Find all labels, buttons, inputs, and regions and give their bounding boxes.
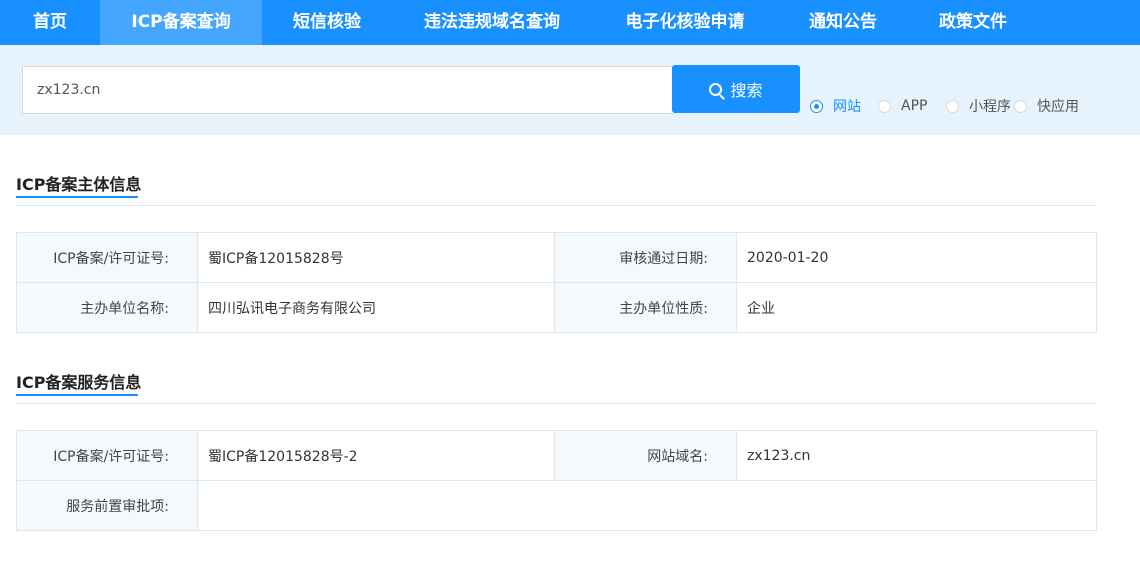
pre-approval-items-label: 服务前置审批项:: [16, 480, 198, 531]
subject-info-table: ICP备案/许可证号: 蜀ICP备12015828号 审核通过日期: 2020-…: [16, 232, 1097, 333]
radio-type-website[interactable]: 网站: [810, 97, 861, 115]
approval-date-label: 审核通过日期:: [554, 232, 737, 283]
radio-unchecked-icon: [1014, 99, 1027, 113]
search-button[interactable]: 搜索: [672, 65, 800, 113]
radio-type-quick-app[interactable]: 快应用: [1014, 97, 1079, 115]
nav-item-sms-verify[interactable]: 短信核验: [262, 0, 392, 45]
service-license-number-label: ICP备案/许可证号:: [16, 430, 198, 481]
approval-date-value: 2020-01-20: [736, 232, 1097, 283]
radio-unchecked-icon: [946, 99, 959, 113]
nav-item-icp-query[interactable]: ICP备案查询: [100, 0, 262, 45]
pre-approval-items-value: [197, 480, 1097, 531]
organizer-type-value: 企业: [736, 282, 1097, 333]
search-input[interactable]: [22, 66, 674, 114]
service-info-title: ICP备案服务信息: [16, 373, 142, 392]
radio-label: 小程序: [969, 99, 1011, 115]
nav-item-e-verify-apply[interactable]: 电子化核验申请: [592, 0, 778, 45]
license-number-label: ICP备案/许可证号:: [16, 232, 198, 283]
nav-item-illegal-domain-query[interactable]: 违法违规域名查询: [392, 0, 592, 45]
service-license-number-value: 蜀ICP备12015828号-2: [197, 430, 555, 481]
nav-item-notices[interactable]: 通知公告: [778, 0, 908, 45]
website-domain-label: 网站域名:: [554, 430, 737, 481]
table-row: ICP备案/许可证号: 蜀ICP备12015828号-2 网站域名: zx123…: [16, 430, 1097, 481]
website-domain-value: zx123.cn: [736, 430, 1097, 481]
subject-info-title-underline: [16, 196, 138, 198]
radio-unchecked-icon: [878, 99, 891, 113]
organizer-name-value: 四川弘讯电子商务有限公司: [197, 282, 555, 333]
table-row: 主办单位名称: 四川弘讯电子商务有限公司 主办单位性质: 企业: [16, 282, 1097, 333]
radio-label: 网站: [833, 99, 861, 115]
radio-label: APP: [901, 98, 928, 114]
subject-info-title: ICP备案主体信息: [16, 175, 142, 194]
organizer-type-label: 主办单位性质:: [554, 282, 737, 333]
radio-label: 快应用: [1037, 99, 1079, 115]
search-icon: [709, 82, 723, 96]
license-number-value: 蜀ICP备12015828号: [197, 232, 555, 283]
nav-item-policies[interactable]: 政策文件: [908, 0, 1038, 45]
radio-checked-icon: [810, 99, 823, 113]
service-info-title-underline: [16, 394, 138, 396]
organizer-name-label: 主办单位名称:: [16, 282, 198, 333]
nav-item-home[interactable]: 首页: [0, 0, 100, 45]
radio-type-mini-program[interactable]: 小程序: [946, 97, 1011, 115]
service-info-table: ICP备案/许可证号: 蜀ICP备12015828号-2 网站域名: zx123…: [16, 430, 1097, 531]
section-divider: [16, 403, 1096, 404]
section-divider: [16, 205, 1096, 206]
table-row: ICP备案/许可证号: 蜀ICP备12015828号 审核通过日期: 2020-…: [16, 232, 1097, 283]
search-panel: 搜索 网站 APP 小程序 快应用: [0, 45, 1140, 135]
table-row: 服务前置审批项:: [16, 480, 1097, 531]
radio-type-app[interactable]: APP: [878, 97, 927, 115]
top-nav: 首页 ICP备案查询 短信核验 违法违规域名查询 电子化核验申请 通知公告 政策…: [0, 0, 1140, 45]
search-button-label: 搜索: [730, 81, 763, 100]
